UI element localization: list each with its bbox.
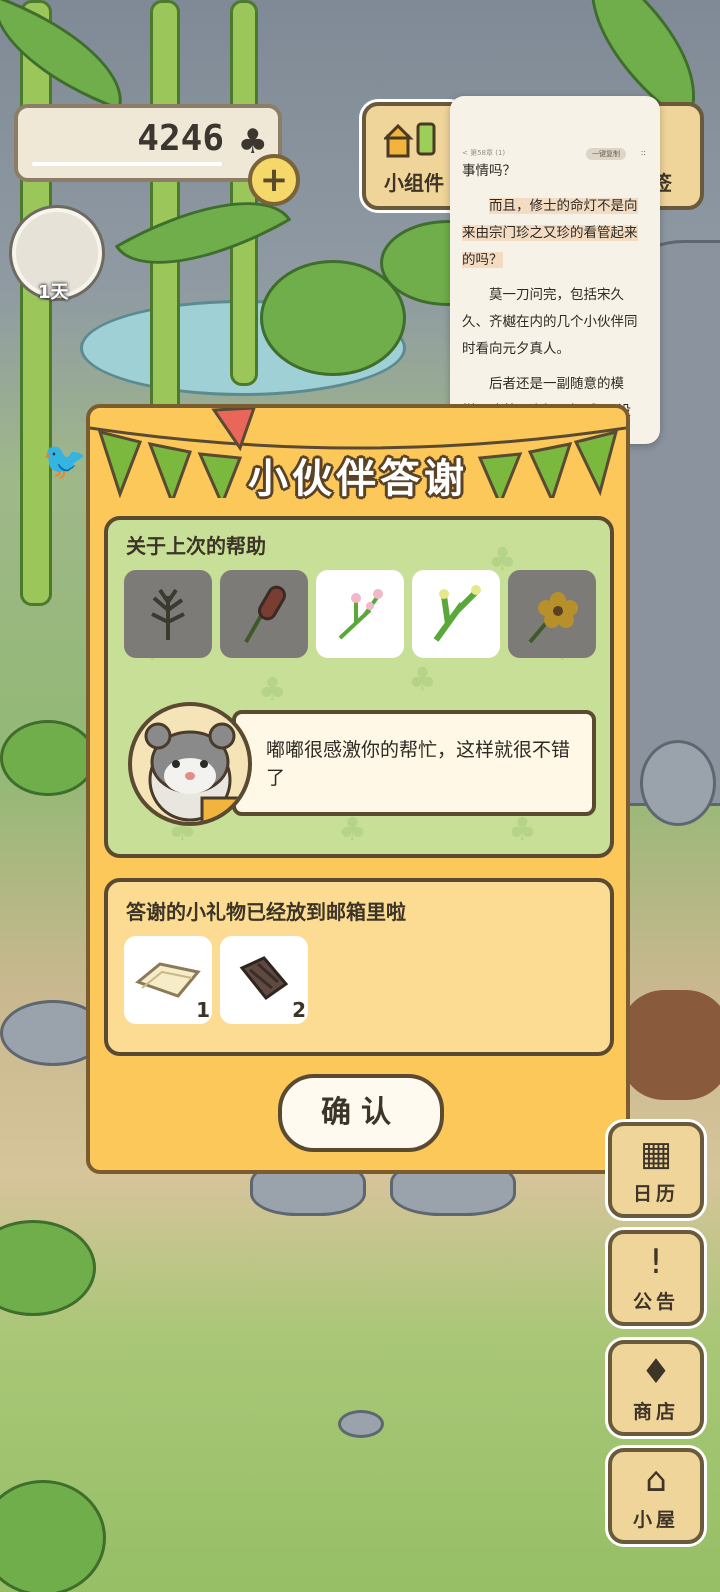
- help-items-row: [124, 570, 596, 658]
- birds-icon: 🐦: [42, 441, 87, 482]
- yellow-flower-icon: [528, 592, 578, 644]
- notice-button[interactable]: ! 公告: [608, 1230, 704, 1326]
- clover-underline: [32, 162, 222, 166]
- gift-quantity: 1: [196, 998, 210, 1022]
- day-label: 1天: [38, 282, 69, 303]
- reader-paragraph: 莫一刀问完，包括宋久久、齐樾在内的几个小伙伴同时看向元夕真人。: [462, 287, 638, 357]
- help-panel: ♣ ♣ ♣ ♣ ♣ ♣ ♣ ♣ 关于上次的帮助: [104, 516, 614, 858]
- reader-text: 事情吗？ 而且，修士的命灯不是向来由宗门珍之又珍的看管起来的吗？ 莫一刀问完，包…: [462, 158, 650, 433]
- gift-slot[interactable]: 2: [220, 936, 308, 1024]
- calendar-icon: ▦: [639, 1134, 673, 1174]
- notice-label: 公告: [632, 1291, 679, 1313]
- dry-herb-icon: [151, 588, 185, 640]
- notice-icon: !: [649, 1242, 663, 1282]
- house-icon: ⌂: [645, 1460, 667, 1500]
- help-item-slot[interactable]: [508, 570, 596, 658]
- pink-flower-icon: [338, 589, 383, 640]
- widget-label: 小组件: [384, 171, 444, 195]
- help-item-slot[interactable]: [124, 570, 212, 658]
- cloth-icon: [134, 962, 201, 998]
- reader-paragraph: 事情吗？: [462, 163, 516, 179]
- add-clover-button[interactable]: +: [248, 154, 300, 206]
- dialog-title: 小伙伴答谢: [248, 456, 468, 502]
- bark-icon: [239, 956, 289, 1001]
- shop-icon: ♦: [640, 1352, 672, 1392]
- clover-count: 4246: [137, 118, 224, 159]
- cattail-icon: [244, 585, 286, 643]
- confirm-button[interactable]: 确认: [278, 1074, 444, 1152]
- help-item-slot[interactable]: [220, 570, 308, 658]
- background-leaf: [0, 1480, 106, 1592]
- background-dirt: [620, 990, 720, 1100]
- gift-panel: 答谢的小礼物已经放到邮箱里啦 1 2: [104, 878, 614, 1056]
- reader-overlay[interactable]: < 第58章 (1) 一键复制 :: 事情吗？ 而且，修士的命灯不是向来由宗门珍…: [450, 96, 660, 444]
- background-stone: [640, 740, 716, 826]
- background-stone: [338, 1410, 384, 1438]
- clover-pattern-icon: ♣: [408, 660, 437, 698]
- calendar-button[interactable]: ▦ 日历: [608, 1122, 704, 1218]
- green-plant-icon: [433, 585, 481, 642]
- gift-slot[interactable]: 1: [124, 936, 212, 1024]
- gift-row: 1 2: [124, 936, 308, 1024]
- thanks-dialog: 小伙伴答谢 ♣ ♣ ♣ ♣ ♣ ♣ ♣ ♣ 关于上次的帮助: [86, 404, 630, 1174]
- clover-counter: 4246 ♣: [14, 104, 282, 182]
- shop-button[interactable]: ♦ 商店: [608, 1340, 704, 1436]
- reader-close-icon[interactable]: ::: [641, 148, 646, 157]
- calendar-label: 日历: [632, 1183, 679, 1205]
- gift-quantity: 2: [292, 998, 306, 1022]
- help-item-slot[interactable]: [316, 570, 404, 658]
- hamster-icon: [144, 722, 244, 822]
- clover-pattern-icon: ♣: [258, 670, 287, 708]
- hamster-avatar: [128, 702, 252, 826]
- help-heading: 关于上次的帮助: [126, 534, 266, 558]
- house-label: 小屋: [632, 1509, 679, 1531]
- gift-heading: 答谢的小礼物已经放到邮箱里啦: [126, 900, 406, 924]
- reader-paragraph: 而且，修士的命灯不是向来由宗门珍之又珍的看管起来的吗？: [462, 193, 650, 274]
- highlighted-text: 而且，修士的命灯不是向来由宗门珍之又珍的看管起来的吗？: [462, 198, 638, 268]
- speech-bubble: 嘟嘟很感激你的帮忙，这样就很不错了: [232, 710, 596, 816]
- speech-text: 嘟嘟很感激你的帮忙，这样就很不错了: [266, 739, 571, 789]
- background-leaf: [0, 720, 96, 796]
- background-leaf: [0, 1220, 96, 1316]
- widget-icon: [384, 122, 436, 158]
- shop-label: 商店: [632, 1401, 679, 1423]
- help-item-slot[interactable]: [412, 570, 500, 658]
- house-button[interactable]: ⌂ 小屋: [608, 1448, 704, 1544]
- bamboo-stem: [150, 0, 180, 426]
